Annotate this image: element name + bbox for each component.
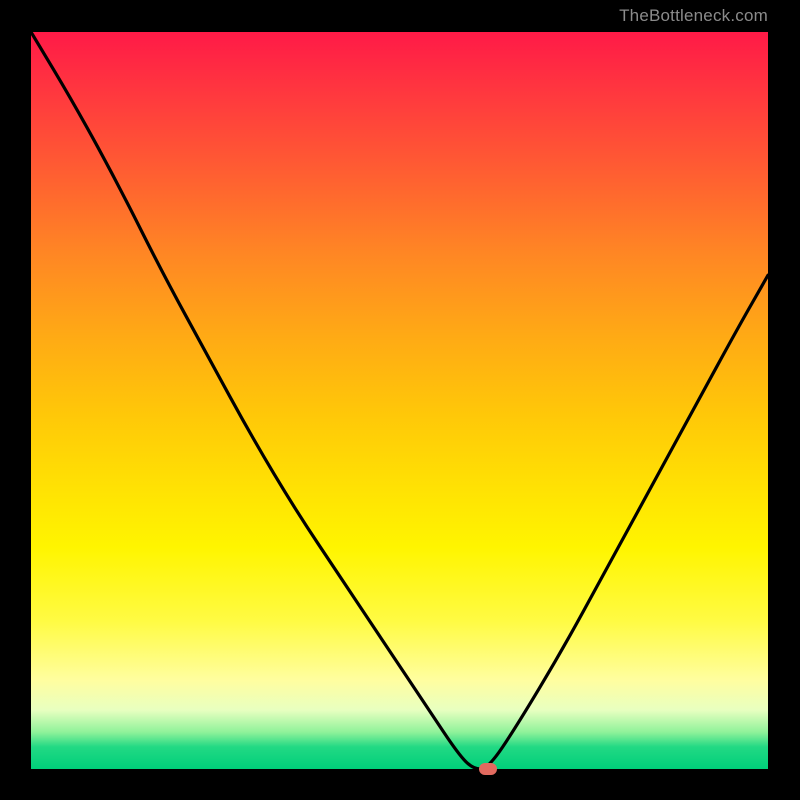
plot-area	[31, 32, 768, 769]
curve-path	[31, 32, 768, 769]
attribution-text: TheBottleneck.com	[619, 6, 768, 26]
chart-root: TheBottleneck.com	[0, 0, 800, 800]
minimum-marker	[479, 763, 497, 775]
bottleneck-curve	[31, 32, 768, 769]
